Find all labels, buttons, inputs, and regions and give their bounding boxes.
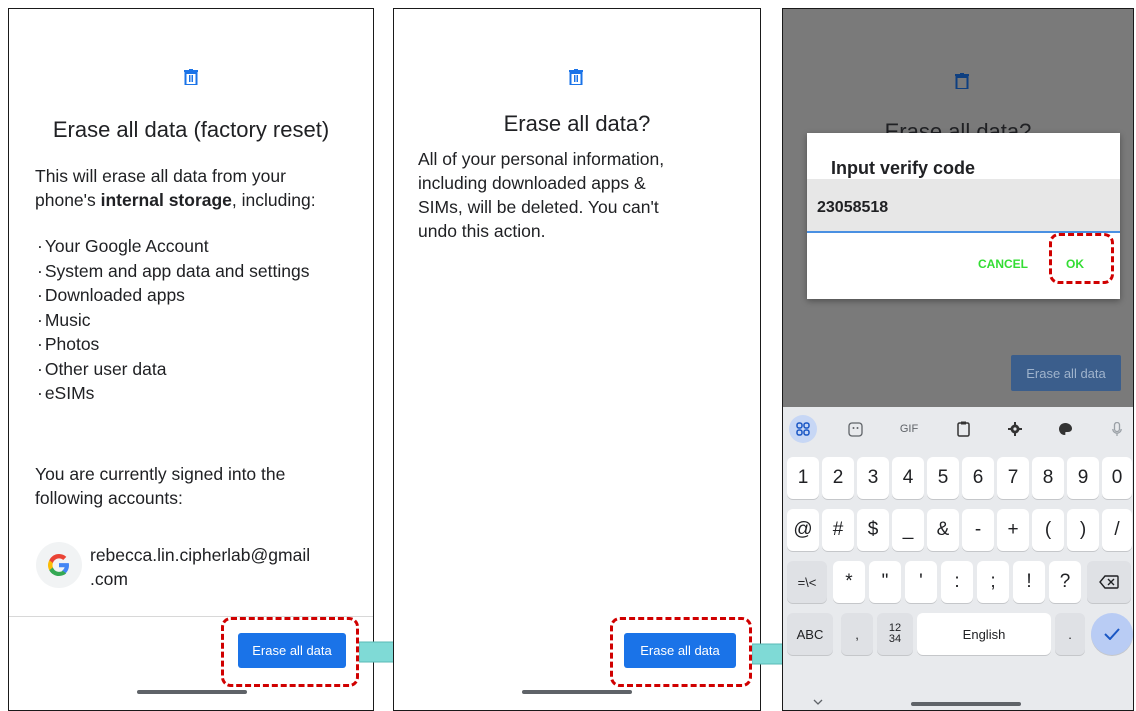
check-icon[interactable] [1091, 613, 1133, 655]
signed-in-text: You are currently signed into the follow… [35, 462, 285, 510]
key[interactable]: 1 [787, 457, 819, 499]
verify-code-value: 23058518 [817, 199, 889, 216]
key[interactable]: * [833, 561, 865, 603]
list-item: Downloaded apps [37, 283, 309, 308]
key[interactable]: ' [905, 561, 937, 603]
key[interactable]: : [941, 561, 973, 603]
list-item: Photos [37, 332, 309, 357]
key[interactable]: 6 [962, 457, 994, 499]
gif-button[interactable]: GIF [895, 415, 923, 443]
key[interactable]: @ [787, 509, 819, 551]
key[interactable]: ; [977, 561, 1009, 603]
account-email: rebecca.lin.cipherlab@gmail .com [90, 543, 370, 591]
home-indicator[interactable] [137, 690, 247, 694]
verify-code-input[interactable]: 23058518 [807, 179, 1120, 233]
trash-icon [569, 69, 583, 85]
phone-screen-confirm: Erase all data? All of your personal inf… [393, 8, 761, 711]
backspace-icon[interactable] [1087, 561, 1131, 603]
account-email-line-2: .com [90, 569, 128, 589]
intro-prefix: phone's [35, 190, 101, 210]
body-line: undo this action. [418, 221, 546, 241]
comma-key[interactable]: , [841, 613, 873, 655]
key[interactable]: ) [1067, 509, 1099, 551]
intro-line-2: phone's internal storage, including: [35, 188, 316, 212]
key[interactable]: 9 [1067, 457, 1099, 499]
key[interactable]: - [962, 509, 994, 551]
sticker-icon[interactable] [841, 415, 869, 443]
key[interactable]: 8 [1032, 457, 1064, 499]
key[interactable]: & [927, 509, 959, 551]
key[interactable]: ! [1013, 561, 1045, 603]
erase-all-data-button[interactable]: Erase all data [1011, 355, 1121, 391]
list-item: Other user data [37, 357, 309, 382]
key[interactable]: $ [857, 509, 889, 551]
key[interactable]: # [822, 509, 854, 551]
list-item: Music [37, 308, 309, 333]
numpad-key[interactable]: 12 34 [877, 613, 913, 655]
intro-bold: internal storage [100, 190, 232, 210]
account-email-line-1: rebecca.lin.cipherlab@gmail [90, 545, 311, 565]
data-item-list: Your Google Account System and app data … [37, 234, 310, 406]
highlight-erase-button-1 [221, 617, 359, 687]
abc-key[interactable]: ABC [787, 613, 833, 655]
list-item: Your Google Account [37, 234, 309, 259]
key[interactable]: 0 [1102, 457, 1132, 499]
key[interactable]: ? [1049, 561, 1081, 603]
page-title: Erase all data (factory reset) [52, 117, 330, 142]
home-indicator[interactable] [522, 690, 632, 694]
key[interactable]: 4 [892, 457, 924, 499]
page-title: Erase all data? [503, 111, 651, 136]
signed-in-line-1: You are currently signed into the [35, 464, 286, 484]
palette-icon[interactable] [1051, 415, 1079, 443]
clipboard-icon[interactable] [949, 415, 977, 443]
highlight-erase-button-2 [610, 617, 752, 687]
more-symbols-key[interactable]: =\< [787, 561, 827, 603]
period-key[interactable]: . [1055, 613, 1085, 655]
intro-line-1: This will erase all data from your [35, 166, 286, 186]
key[interactable]: " [869, 561, 901, 603]
chevron-down-icon[interactable] [813, 693, 823, 708]
settings-icon[interactable] [1001, 415, 1029, 443]
key[interactable]: / [1102, 509, 1132, 551]
list-item: System and app data and settings [37, 259, 310, 284]
key[interactable]: 5 [927, 457, 959, 499]
key[interactable]: 3 [857, 457, 889, 499]
trash-icon [955, 73, 969, 89]
key[interactable]: _ [892, 509, 924, 551]
body-line: SIMs, will be deleted. You can't [418, 197, 659, 217]
key[interactable]: 2 [822, 457, 854, 499]
mic-icon[interactable] [1103, 415, 1131, 443]
cancel-button[interactable]: CANCEL [978, 257, 1028, 271]
trash-icon [184, 69, 198, 85]
google-logo-icon [36, 542, 82, 588]
list-item: eSIMs [37, 381, 309, 406]
signed-in-line-2: following accounts: [35, 488, 183, 508]
phone-screen-verify-code: Erase all data? Input verify code 230585… [782, 8, 1134, 711]
intro-suffix: , including: [231, 190, 316, 210]
dialog-title: Input verify code [831, 158, 976, 178]
soft-keyboard: GIF 1 2 3 4 5 6 7 8 9 0 @ # $ _ & - + (… [783, 407, 1133, 710]
key[interactable]: ( [1032, 509, 1064, 551]
confirm-body: All of your personal information, includ… [418, 147, 664, 243]
google-g-glyph [48, 554, 69, 576]
highlight-ok-button [1049, 233, 1114, 284]
body-line: including downloaded apps & [418, 173, 646, 193]
keyboard-toolbar: GIF [783, 407, 1133, 451]
key[interactable]: + [997, 509, 1029, 551]
apps-grid-icon[interactable] [789, 415, 817, 443]
home-indicator[interactable] [911, 702, 1021, 706]
intro-text: This will erase all data from your phone… [35, 164, 316, 212]
space-key[interactable]: English [917, 613, 1051, 655]
phone-screen-factory-reset: Erase all data (factory reset) This will… [8, 8, 374, 711]
key[interactable]: 7 [997, 457, 1029, 499]
body-line: All of your personal information, [418, 149, 665, 169]
